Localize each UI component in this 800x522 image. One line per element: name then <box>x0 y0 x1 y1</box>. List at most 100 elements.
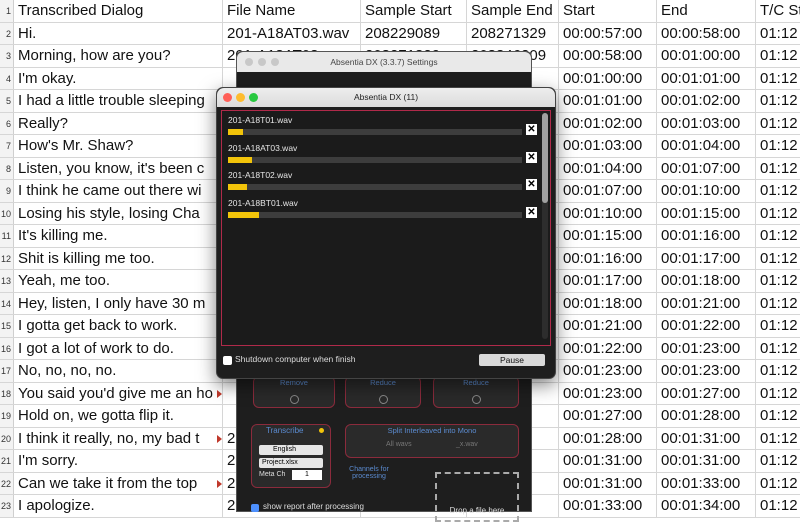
table-cell[interactable]: 208271329 <box>467 22 559 44</box>
table-cell[interactable]: It's killing me. <box>14 225 223 247</box>
header-cell[interactable]: Sample Start <box>361 0 467 22</box>
table-cell[interactable]: Hi. <box>14 22 223 44</box>
reduce-radio[interactable] <box>379 395 388 404</box>
table-cell[interactable]: 00:01:03:00 <box>657 112 756 134</box>
close-icon[interactable]: ✕ <box>526 151 537 163</box>
row-number[interactable]: 10 <box>0 202 14 224</box>
row-number[interactable]: 9 <box>0 180 14 202</box>
language-select[interactable]: English <box>259 445 323 455</box>
table-cell[interactable]: 01:12 <box>756 293 800 315</box>
table-cell[interactable]: 01:12 <box>756 68 800 90</box>
all-wavs-label[interactable]: All wavs <box>386 441 412 448</box>
table-cell[interactable]: 00:01:28:00 <box>657 405 756 427</box>
row-number[interactable]: 22 <box>0 472 14 494</box>
x-wav-label[interactable]: _x.wav <box>456 441 478 448</box>
table-cell[interactable]: 01:12 <box>756 90 800 112</box>
row-number[interactable]: 18 <box>0 382 14 404</box>
table-cell[interactable]: 00:01:28:00 <box>559 427 657 449</box>
table-cell[interactable]: 01:12 <box>756 405 800 427</box>
table-cell[interactable]: I gotta get back to work. <box>14 315 223 337</box>
reduce-radio[interactable] <box>472 395 481 404</box>
table-cell[interactable]: 00:01:04:00 <box>657 135 756 157</box>
table-cell[interactable]: 00:01:03:00 <box>559 135 657 157</box>
row-number[interactable]: 17 <box>0 360 14 382</box>
table-cell[interactable]: I think it really, no, my bad t <box>14 427 223 449</box>
row-number[interactable]: 11 <box>0 225 14 247</box>
table-cell[interactable]: 00:01:18:00 <box>657 270 756 292</box>
row-number[interactable]: 16 <box>0 337 14 359</box>
row-number[interactable]: 2 <box>0 22 14 44</box>
table-cell[interactable]: 00:01:17:00 <box>657 247 756 269</box>
table-cell[interactable]: 00:01:31:00 <box>657 427 756 449</box>
close-icon[interactable]: ✕ <box>526 124 537 135</box>
table-cell[interactable]: 00:01:23:00 <box>657 337 756 359</box>
row-number[interactable]: 23 <box>0 495 14 517</box>
table-cell[interactable]: 00:01:33:00 <box>657 472 756 494</box>
table-cell[interactable]: 00:01:10:00 <box>657 180 756 202</box>
table-cell[interactable]: 00:01:02:00 <box>657 90 756 112</box>
table-cell[interactable]: 00:01:17:00 <box>559 270 657 292</box>
table-cell[interactable]: 00:00:57:00 <box>559 22 657 44</box>
table-cell[interactable]: Shit is killing me too. <box>14 247 223 269</box>
output-select[interactable]: Project.xlsx <box>259 458 323 468</box>
scrollbar-thumb[interactable] <box>542 113 548 203</box>
table-cell[interactable]: 208229089 <box>361 22 467 44</box>
row-number[interactable]: 6 <box>0 112 14 134</box>
table-cell[interactable]: 00:01:23:00 <box>559 360 657 382</box>
header-cell[interactable]: Sample End <box>467 0 559 22</box>
table-cell[interactable]: 00:01:16:00 <box>657 225 756 247</box>
settings-titlebar[interactable]: Absentia DX (3.3.7) Settings <box>237 52 531 72</box>
row-number[interactable]: 14 <box>0 292 14 314</box>
table-cell[interactable]: 00:01:01:00 <box>559 90 657 112</box>
drop-zone[interactable]: Drop a file here <box>435 472 519 522</box>
table-cell[interactable]: 00:01:18:00 <box>559 292 657 314</box>
table-cell[interactable]: 00:01:00:00 <box>657 45 756 67</box>
row-number[interactable]: 3 <box>0 45 14 67</box>
table-cell[interactable]: 00:01:21:00 <box>657 292 756 314</box>
table-cell[interactable]: 01:12 <box>756 158 800 180</box>
table-cell[interactable]: 00:01:34:00 <box>657 495 756 517</box>
show-report-checkbox[interactable] <box>251 504 259 512</box>
table-cell[interactable]: 01:12 <box>756 473 800 495</box>
header-cell[interactable]: File Name <box>223 0 361 22</box>
table-cell[interactable]: 01:12 <box>756 113 800 135</box>
table-cell[interactable]: 00:01:27:00 <box>559 405 657 427</box>
table-cell[interactable]: 00:01:31:00 <box>657 450 756 472</box>
table-cell[interactable]: 01:12 <box>756 23 800 45</box>
remove-button[interactable]: Remove <box>253 376 335 408</box>
meta-field[interactable]: 1 <box>292 470 322 480</box>
table-cell[interactable]: Can we take it from the top <box>14 472 223 494</box>
table-cell[interactable]: I'm sorry. <box>14 450 223 472</box>
table-cell[interactable]: Hey, listen, I only have 30 m <box>14 292 223 314</box>
table-cell[interactable]: 00:01:33:00 <box>559 495 657 517</box>
reduce-button-1[interactable]: Reduce <box>345 376 421 408</box>
table-cell[interactable]: 00:01:16:00 <box>559 247 657 269</box>
table-cell[interactable]: Listen, you know, it's been c <box>14 157 223 179</box>
table-cell[interactable]: 00:01:22:00 <box>657 315 756 337</box>
header-cell[interactable]: Start <box>559 0 657 22</box>
table-cell[interactable]: I'm okay. <box>14 67 223 89</box>
row-number[interactable]: 5 <box>0 90 14 112</box>
vertical-scrollbar[interactable] <box>542 113 548 339</box>
reduce-button-2[interactable]: Reduce <box>433 376 519 408</box>
table-cell[interactable]: 00:01:23:00 <box>657 360 756 382</box>
table-cell[interactable]: 00:01:15:00 <box>559 225 657 247</box>
table-cell[interactable]: How's Mr. Shaw? <box>14 135 223 157</box>
table-cell[interactable]: 00:01:21:00 <box>559 315 657 337</box>
file-queue-list[interactable]: 201-A18T01.wav ✕ 201-A18AT03.wav ✕ 201-A18T0… <box>221 110 551 346</box>
table-cell[interactable]: 00:01:02:00 <box>559 112 657 134</box>
table-cell[interactable]: Morning, how are you? <box>14 45 223 67</box>
table-cell[interactable]: 00:01:31:00 <box>559 472 657 494</box>
header-cell[interactable]: End <box>657 0 756 22</box>
table-cell[interactable]: 01:12 <box>756 360 800 382</box>
table-cell[interactable]: Really? <box>14 112 223 134</box>
table-cell[interactable]: Yeah, me too. <box>14 270 223 292</box>
table-cell[interactable]: 00:01:04:00 <box>559 157 657 179</box>
table-cell[interactable]: 00:01:07:00 <box>559 180 657 202</box>
header-cell[interactable]: Transcribed Dialog <box>14 0 223 22</box>
table-cell[interactable]: No, no, no, no. <box>14 360 223 382</box>
table-cell[interactable]: 01:12 <box>756 450 800 472</box>
table-cell[interactable]: 01:12 <box>756 270 800 292</box>
table-cell[interactable]: 01:12 <box>756 203 800 225</box>
row-number[interactable]: 13 <box>0 270 14 292</box>
